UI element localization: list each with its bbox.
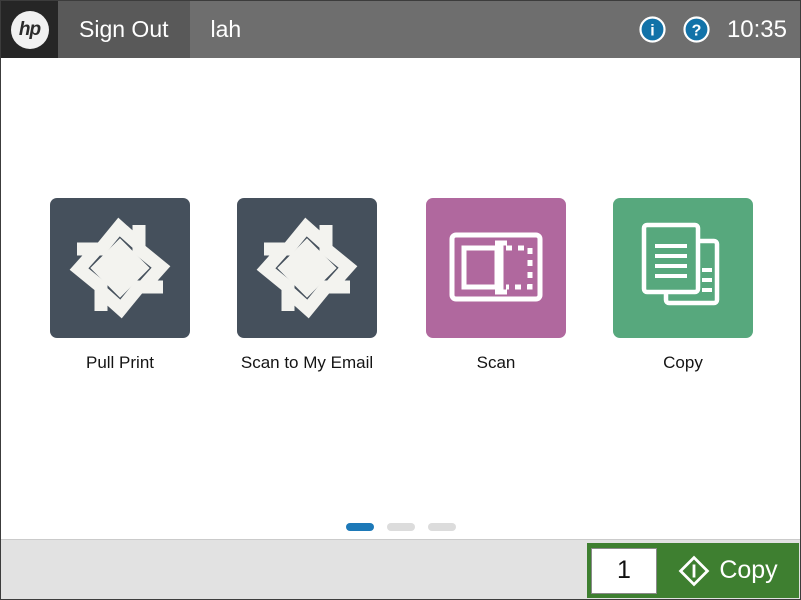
clock-time: 10:35 (727, 16, 787, 44)
pull-print-icon (50, 198, 190, 338)
quick-copy-group: 1 Copy (587, 543, 799, 598)
top-bar: hp Sign Out lah i ? 10:35 (1, 1, 800, 58)
start-diamond-icon (678, 555, 710, 587)
signed-in-username: lah (211, 16, 242, 43)
copy-documents-icon (613, 198, 753, 338)
tile-label-scan-to-my-email: Scan to My Email (237, 353, 377, 373)
tile-label-scan: Scan (426, 353, 566, 373)
pull-print-icon (237, 198, 377, 338)
info-glyph: i (650, 23, 654, 40)
bottom-bar: 1 Copy (1, 539, 800, 599)
page-indicator (1, 523, 800, 531)
copy-count-field[interactable]: 1 (591, 548, 657, 594)
scan-document-icon (426, 198, 566, 338)
help-glyph: ? (692, 23, 702, 40)
hp-logo-icon: hp (11, 11, 49, 49)
printer-home-screen: hp Sign Out lah i ? 10:35 (0, 0, 801, 600)
info-icon[interactable]: i (639, 16, 666, 43)
sign-out-button[interactable]: Sign Out (58, 1, 190, 58)
tile-scan[interactable] (426, 198, 566, 338)
top-bar-right: i ? 10:35 (639, 16, 800, 44)
tile-scan-to-my-email[interactable] (237, 198, 377, 338)
page-dot-3[interactable] (428, 523, 456, 531)
tile-label-copy: Copy (613, 353, 753, 373)
hp-logo: hp (1, 1, 58, 58)
page-dot-2[interactable] (387, 523, 415, 531)
tile-pull-print[interactable] (50, 198, 190, 338)
copy-start-button[interactable]: Copy (657, 555, 799, 587)
tile-copy[interactable] (613, 198, 753, 338)
help-icon[interactable]: ? (683, 16, 710, 43)
page-dot-1-active[interactable] (346, 523, 374, 531)
copy-start-button-label: Copy (719, 556, 777, 585)
tile-label-pull-print: Pull Print (50, 353, 190, 373)
